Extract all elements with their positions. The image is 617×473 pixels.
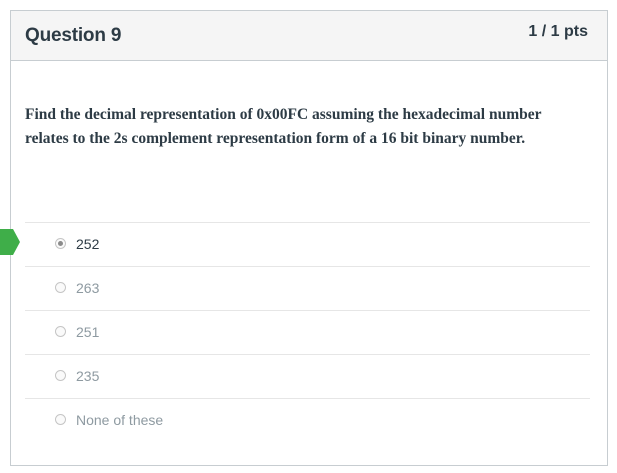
answer-label: 252 [76,236,100,252]
question-title: Question 9 [25,25,122,46]
question-header: Question 9 1 / 1 pts [11,11,607,61]
question-card: Question 9 1 / 1 pts Find the decimal re… [10,10,608,466]
answer-option-none-of-these[interactable]: None of these [25,399,590,443]
radio-button[interactable] [55,282,66,293]
answer-option-235[interactable]: 235 [25,355,590,399]
radio-button-selected[interactable] [55,238,66,249]
answer-label: None of these [76,412,164,428]
question-text: Find the decimal representation of 0x00F… [25,106,542,147]
answer-option-252[interactable]: 252 [25,223,590,267]
answer-option-263[interactable]: 263 [25,267,590,311]
radio-button[interactable] [55,326,66,337]
answer-option-251[interactable]: 251 [25,311,590,355]
correct-answer-arrow-shape [0,229,20,255]
correct-answer-arrow-icon [0,229,20,255]
radio-button[interactable] [55,370,66,381]
answer-label: 251 [76,324,100,340]
radio-button[interactable] [55,414,66,425]
answer-label: 263 [76,280,100,296]
question-points: 1 / 1 pts [528,23,588,40]
answer-label: 235 [76,368,100,384]
answer-list: 252 263 251 235 None of these [25,222,590,443]
